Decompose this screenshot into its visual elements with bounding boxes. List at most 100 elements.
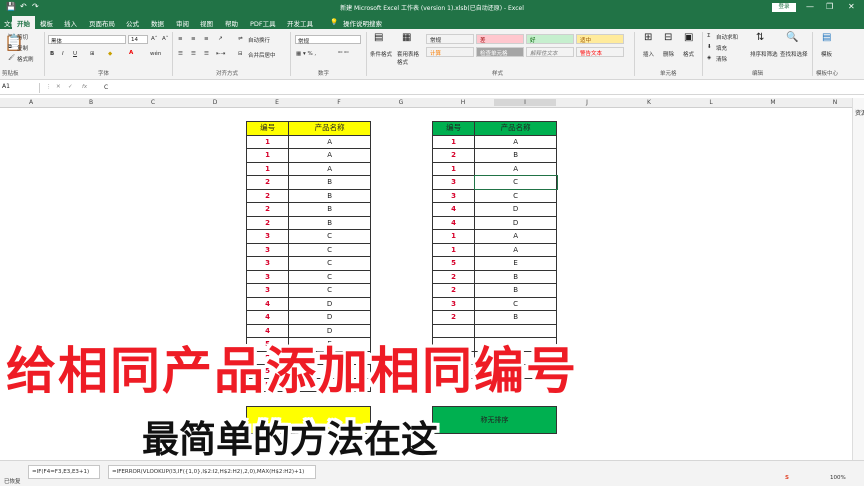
left-product-cell[interactable]: D	[288, 296, 371, 311]
delete-cells-button[interactable]: 删除	[663, 50, 674, 58]
right-product-cell[interactable]: A	[474, 229, 557, 244]
close-button[interactable]: ✕	[848, 2, 855, 11]
left-id-cell[interactable]: 3	[245, 269, 290, 284]
right-product-cell[interactable]: A	[474, 134, 557, 149]
currency-icon[interactable]: ▦ ▾ % ,	[296, 51, 316, 57]
worksheet[interactable]: 编号 产品名称 1 A 1 A 1 A 2 B 2 B 2 B 2 B 3 C 3 C 3 C 3 C 3 C 4 D 4 D 4 D 5 E 5 E…	[0, 108, 852, 460]
right-product-cell[interactable]: D	[474, 202, 557, 217]
style-explanatory[interactable]: 解释性文本	[526, 47, 574, 57]
table-format-button[interactable]: 套用表格格式	[397, 50, 421, 66]
column-header[interactable]: D	[184, 99, 246, 106]
column-header[interactable]: E	[246, 99, 308, 106]
left-product-cell[interactable]: C	[288, 269, 371, 284]
right-id-cell[interactable]: 1	[431, 161, 476, 176]
align-center-icon[interactable]: ☰	[191, 51, 196, 57]
left-id-cell[interactable]: 4	[245, 310, 290, 325]
tab-formulas[interactable]: 公式	[126, 18, 139, 28]
conditional-format-button[interactable]: 条件格式	[370, 50, 392, 58]
tab-developer[interactable]: 开发工具	[287, 18, 313, 28]
tab-pdf[interactable]: PDF工具	[250, 18, 276, 28]
right-id-cell[interactable]: 2	[431, 269, 476, 284]
column-header[interactable]: H	[432, 99, 494, 106]
right-id-cell[interactable]: 5	[431, 256, 476, 271]
left-id-cell[interactable]: 1	[245, 161, 290, 176]
tab-help[interactable]: 帮助	[225, 18, 238, 28]
conditional-format-icon[interactable]: ▤	[374, 32, 383, 43]
right-id-cell[interactable]: 2	[431, 283, 476, 298]
left-product-cell[interactable]: C	[288, 283, 371, 298]
formula-input[interactable]: C	[104, 84, 108, 91]
zoom-level[interactable]: 100%	[830, 475, 846, 481]
left-header-cell[interactable]: 产品名称	[288, 121, 371, 136]
left-product-cell[interactable]: C	[288, 256, 371, 271]
login-button[interactable]: 登录	[772, 3, 796, 12]
copy-button[interactable]: 复制	[17, 44, 28, 52]
fill-button[interactable]: 填充	[716, 44, 727, 52]
column-header[interactable]: K	[618, 99, 680, 106]
fill-color-icon[interactable]: ◆	[108, 51, 112, 57]
column-header[interactable]: B	[60, 99, 122, 106]
left-id-cell[interactable]: 4	[245, 296, 290, 311]
right-product-cell[interactable]: B	[474, 283, 557, 298]
left-id-cell[interactable]: 3	[245, 229, 290, 244]
font-color-button[interactable]: A	[129, 50, 133, 56]
left-id-cell[interactable]: 2	[245, 175, 290, 190]
right-product-cell[interactable]: B	[474, 269, 557, 284]
right-product-cell[interactable]: C	[473, 174, 558, 190]
template-icon[interactable]: ▤	[822, 32, 831, 43]
align-bottom-icon[interactable]: ≡	[204, 36, 209, 42]
shrink-font-icon[interactable]: A˅	[162, 36, 169, 42]
minimize-button[interactable]: —	[806, 2, 814, 11]
style-bad[interactable]: 差	[476, 34, 524, 44]
right-id-cell[interactable]: 1	[431, 229, 476, 244]
insert-cells-icon[interactable]: ⊞	[644, 32, 652, 43]
right-product-cell[interactable]: A	[474, 161, 557, 176]
italic-button[interactable]: I	[62, 51, 64, 57]
format-painter-button[interactable]: 格式刷	[17, 55, 34, 63]
format-cells-button[interactable]: 格式	[683, 50, 694, 58]
tell-me-search[interactable]: 操作说明搜索	[343, 18, 382, 28]
tab-page-layout[interactable]: 页面布局	[89, 18, 115, 28]
restore-button[interactable]: ❐	[826, 2, 833, 11]
right-product-cell[interactable]: B	[474, 310, 557, 325]
tab-review[interactable]: 审阅	[176, 18, 189, 28]
column-header[interactable]: G	[370, 99, 432, 106]
align-middle-icon[interactable]: ≡	[191, 36, 196, 42]
tab-view[interactable]: 视图	[200, 18, 213, 28]
find-select-button[interactable]: 查找和选择	[780, 50, 808, 58]
tab-insert[interactable]: 插入	[64, 18, 77, 28]
right-product-cell[interactable]: C	[474, 188, 557, 203]
delete-cells-icon[interactable]: ⊟	[664, 32, 672, 43]
right-id-cell[interactable]: 2	[431, 310, 476, 325]
column-header[interactable]: L	[680, 99, 742, 106]
align-top-icon[interactable]: ≡	[178, 36, 183, 42]
fx-icon[interactable]: fx	[82, 84, 87, 90]
orientation-icon[interactable]: ↗	[218, 36, 223, 42]
style-warning[interactable]: 警告文本	[576, 47, 624, 57]
left-product-cell[interactable]: A	[288, 134, 371, 149]
align-right-icon[interactable]: ☰	[204, 51, 209, 57]
indent-icon[interactable]: ⇤⇥	[216, 51, 225, 57]
left-product-cell[interactable]: A	[288, 161, 371, 176]
left-product-cell[interactable]: B	[288, 175, 371, 190]
right-id-cell[interactable]: 1	[431, 134, 476, 149]
style-normal[interactable]: 常规	[426, 34, 474, 44]
sort-filter-button[interactable]: 排序和筛选	[750, 50, 778, 58]
left-header-cell[interactable]: 编号	[245, 121, 290, 136]
align-left-icon[interactable]: ☰	[178, 51, 183, 57]
right-id-cell[interactable]: 4	[431, 202, 476, 217]
name-box[interactable]: A1	[0, 83, 40, 93]
left-product-cell[interactable]: B	[288, 188, 371, 203]
right-product-cell[interactable]: D	[474, 215, 557, 230]
left-id-cell[interactable]: 2	[245, 188, 290, 203]
merge-center-button[interactable]: 合并后居中	[248, 51, 276, 59]
format-cells-icon[interactable]: ▣	[684, 32, 693, 43]
style-calculation[interactable]: 计算	[426, 47, 474, 57]
left-product-cell[interactable]: B	[288, 202, 371, 217]
enter-icon[interactable]: ✓	[68, 84, 73, 90]
font-name-select[interactable]: 黑体	[48, 35, 126, 45]
right-header-cell[interactable]: 编号	[431, 121, 476, 136]
left-product-cell[interactable]: B	[288, 215, 371, 230]
column-header[interactable]: M	[742, 99, 804, 106]
insert-cells-button[interactable]: 插入	[643, 50, 654, 58]
